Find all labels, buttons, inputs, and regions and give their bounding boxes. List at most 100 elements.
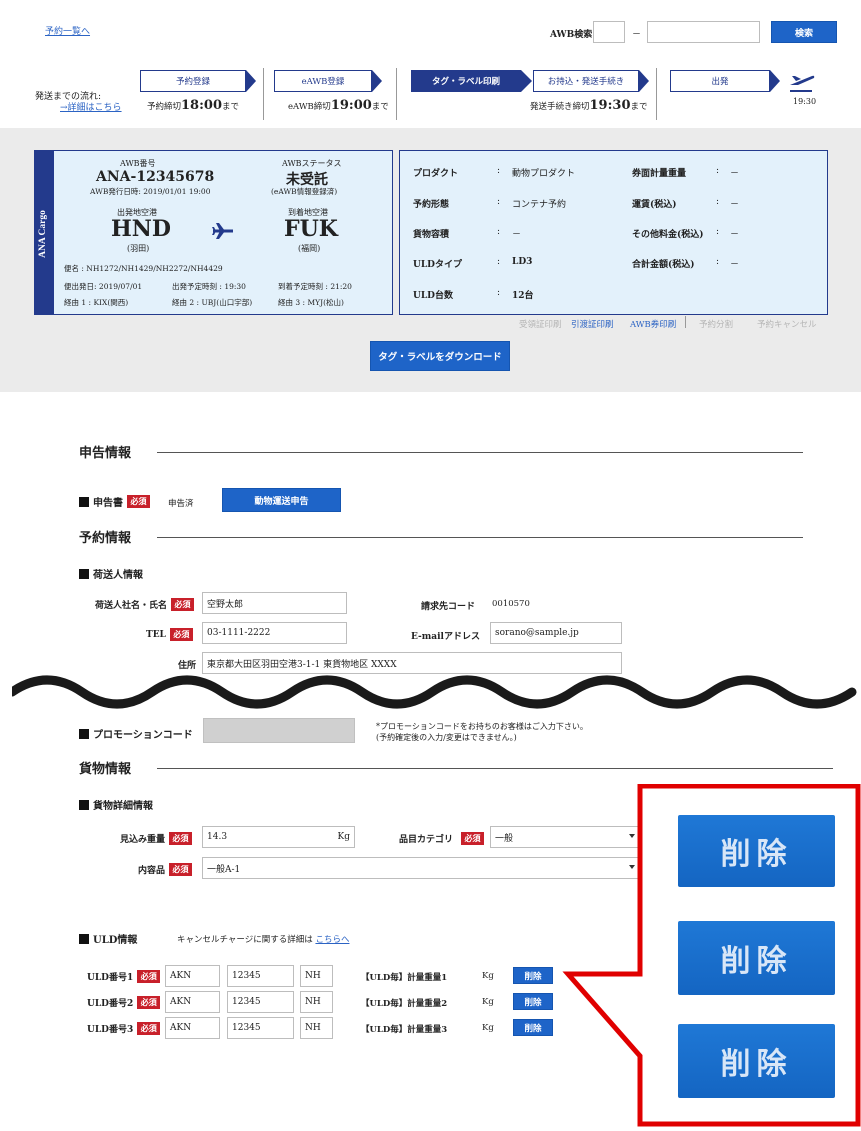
promo-note-2: (予約確定後の入力/変更はできません。) [376, 733, 517, 742]
detail-colon: : [716, 197, 720, 207]
deadline-dropoff: 発送手続き締切19:30まで [530, 98, 648, 113]
uld-delete-button[interactable]: 削除 [513, 993, 553, 1010]
required-badge: 必須 [169, 628, 193, 641]
arr-time-label: 到着予定時刻 : [278, 282, 328, 291]
cancel-charge-link[interactable]: こちらへ [315, 935, 349, 945]
detail-value: 動物プロダクト [512, 169, 576, 179]
input-value: sorano@sample.jp [495, 628, 579, 638]
search-button[interactable]: 検索 [771, 21, 837, 43]
weight-label: 見込み重量 必須 [120, 832, 193, 845]
deadline-time: 19:30 [589, 98, 631, 113]
uld-weight-unit: Kg [482, 971, 494, 981]
required-badge: 必須 [137, 1022, 161, 1035]
receipt-print-link[interactable]: 受領証印刷 [519, 318, 562, 330]
input-value: 空野太郎 [207, 599, 244, 610]
bullet-square-icon [79, 568, 89, 579]
field-label: 見込み重量 [120, 835, 166, 845]
zoomed-delete-button: 削除 [678, 815, 835, 887]
uld-row-label: ULD番号1 必須 [87, 970, 161, 983]
back-to-list-link[interactable]: 予約一覧へ [45, 24, 90, 37]
uld-delete-button[interactable]: 削除 [513, 967, 553, 984]
awb-status-label: AWBステータス [282, 159, 342, 168]
input-value: AKN [170, 971, 192, 981]
uld-type-input[interactable]: AKN [165, 1017, 220, 1039]
detail-label: 貨物容積 [413, 230, 450, 240]
section-divider [157, 452, 803, 453]
dep-time-value: 19:30 [224, 282, 246, 291]
detail-colon: : [716, 257, 720, 267]
step-label: 予約登録 [175, 77, 210, 87]
email-label: E-mailアドレス [411, 632, 480, 642]
detail-value: － [730, 169, 740, 179]
detail-label: プロダクト [413, 169, 459, 179]
uld-serial-input[interactable]: 12345 [227, 1017, 294, 1039]
detail-value: 12台 [512, 291, 534, 301]
step-arrow-icon [521, 70, 532, 92]
step-arrow-icon [372, 70, 382, 92]
required-badge: 必須 [169, 863, 193, 876]
promo-code-label: プロモーションコード [79, 726, 193, 741]
shipper-title-text: 荷送人情報 [93, 570, 143, 581]
awb-number-label: AWB番号 [120, 159, 156, 168]
weight-input[interactable]: 14.3 Kg [202, 826, 355, 848]
cancel-reservation-link[interactable]: 予約キャンセル [757, 318, 817, 330]
required-badge: 必須 [137, 970, 161, 983]
uld-row-label: ULD番号2 必須 [87, 996, 161, 1009]
doc-label: 申告書 [93, 498, 123, 509]
required-badge: 必須 [137, 996, 161, 1009]
awb-prefix-input[interactable] [593, 21, 625, 43]
detail-value: － [730, 230, 740, 240]
animal-declaration-button[interactable]: 動物運送申告 [222, 488, 341, 512]
field-label: 荷送人社名・氏名 [95, 601, 168, 611]
deadline-suffix: まで [630, 102, 648, 112]
uld-type-input[interactable]: AKN [165, 965, 220, 987]
step-dropoff: お持込・発送手続き [533, 70, 639, 92]
shipper-name-input[interactable]: 空野太郎 [202, 592, 347, 614]
detail-colon: : [716, 227, 720, 237]
input-value: 12345 [232, 971, 261, 981]
detail-value: － [730, 260, 740, 270]
detail-label: ULDタイプ [413, 260, 462, 270]
field-label: ULD番号3 [87, 1025, 134, 1035]
awb-print-link[interactable]: AWB券印刷 [630, 318, 676, 330]
input-value: NH [305, 1023, 321, 1033]
issue-value: 2019/01/01 19:00 [143, 187, 211, 196]
tel-input[interactable]: 03-1111-2222 [202, 622, 347, 644]
dep-date-value: 2019/07/01 [98, 282, 143, 291]
uld-owner-input[interactable]: NH [300, 991, 333, 1013]
uld-owner-input[interactable]: NH [300, 1017, 333, 1039]
uld-delete-button[interactable]: 削除 [513, 1019, 553, 1036]
promo-label-text: プロモーションコード [93, 730, 193, 741]
uld-serial-input[interactable]: 12345 [227, 991, 294, 1013]
detail-label: 予約形態 [413, 200, 450, 210]
uld-type-input[interactable]: AKN [165, 991, 220, 1013]
handover-print-link[interactable]: 引渡証印刷 [571, 318, 614, 330]
promo-code-input[interactable] [203, 718, 355, 743]
email-input[interactable]: sorano@sample.jp [490, 622, 622, 644]
required-badge: 必須 [127, 495, 150, 508]
split-link[interactable]: 予約分割 [699, 318, 733, 330]
step-label: 出発 [711, 77, 729, 87]
departure-plane-icon [790, 75, 815, 92]
departure-date: 便出発日: 2019/07/01 [64, 281, 142, 292]
uld-title-text: ULD情報 [93, 935, 138, 946]
uld-serial-input[interactable]: 12345 [227, 965, 294, 987]
flow-detail-link[interactable]: →詳細はこちら [60, 100, 122, 113]
awb-issue-datetime: AWB発行日時: 2019/01/01 19:00 [90, 186, 210, 197]
uld-row-label: ULD番号3 必須 [87, 1022, 161, 1035]
brand-label: ANA Cargo [38, 210, 48, 258]
section-divider [157, 768, 833, 769]
step-reservation: 予約登録 [140, 70, 246, 92]
deadline-reservation: 予約締切18:00まで [147, 98, 239, 113]
awb-number-input[interactable] [647, 21, 760, 43]
content-label: 内容品 必須 [138, 863, 193, 876]
download-tag-label-button[interactable]: タグ・ラベルをダウンロード [370, 341, 510, 371]
uld-weight-unit: Kg [482, 997, 494, 1007]
zoomed-delete-button: 削除 [678, 1024, 835, 1098]
field-label: ULD番号2 [87, 999, 134, 1009]
detail-colon: : [497, 197, 501, 207]
step-arrow-icon [246, 70, 256, 92]
uld-owner-input[interactable]: NH [300, 965, 333, 987]
flow-divider [263, 68, 264, 120]
detail-colon: : [497, 288, 501, 298]
